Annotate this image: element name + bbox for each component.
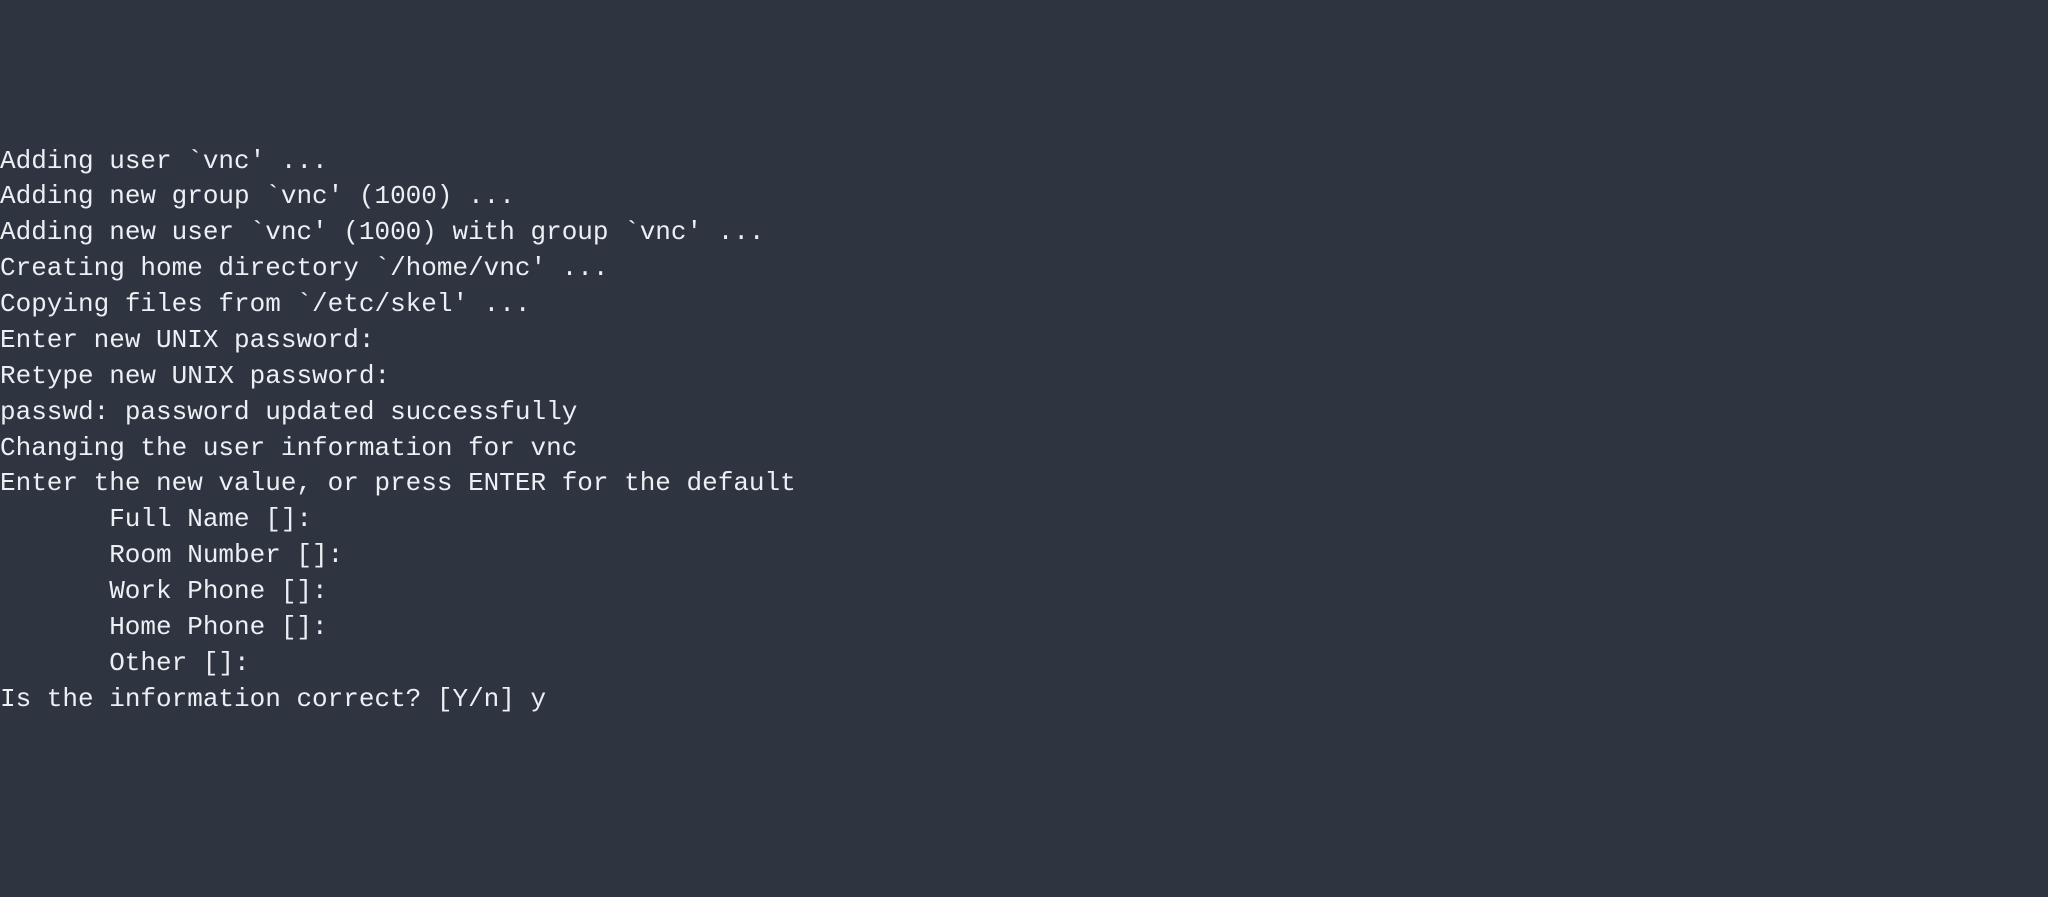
- output-line: Adding new group `vnc' (1000) ...: [0, 179, 2048, 215]
- confirm-prompt: Is the information correct? [Y/n]: [0, 684, 531, 714]
- terminal-output[interactable]: Adding user `vnc' ...Adding new group `v…: [0, 144, 2048, 718]
- output-line: Adding user `vnc' ...: [0, 144, 2048, 180]
- output-line: Adding new user `vnc' (1000) with group …: [0, 215, 2048, 251]
- user-input[interactable]: y: [531, 684, 547, 714]
- output-line: Changing the user information for vnc: [0, 431, 2048, 467]
- output-line: passwd: password updated successfully: [0, 395, 2048, 431]
- field-home-phone: Home Phone []:: [0, 610, 2048, 646]
- output-line: Enter the new value, or press ENTER for …: [0, 466, 2048, 502]
- output-line: Copying files from `/etc/skel' ...: [0, 287, 2048, 323]
- output-line: Creating home directory `/home/vnc' ...: [0, 251, 2048, 287]
- field-full-name: Full Name []:: [0, 502, 2048, 538]
- password-retype-prompt: Retype new UNIX password:: [0, 359, 2048, 395]
- field-work-phone: Work Phone []:: [0, 574, 2048, 610]
- field-room-number: Room Number []:: [0, 538, 2048, 574]
- field-other: Other []:: [0, 646, 2048, 682]
- password-prompt: Enter new UNIX password:: [0, 323, 2048, 359]
- confirm-prompt-line: Is the information correct? [Y/n] y: [0, 682, 2048, 718]
